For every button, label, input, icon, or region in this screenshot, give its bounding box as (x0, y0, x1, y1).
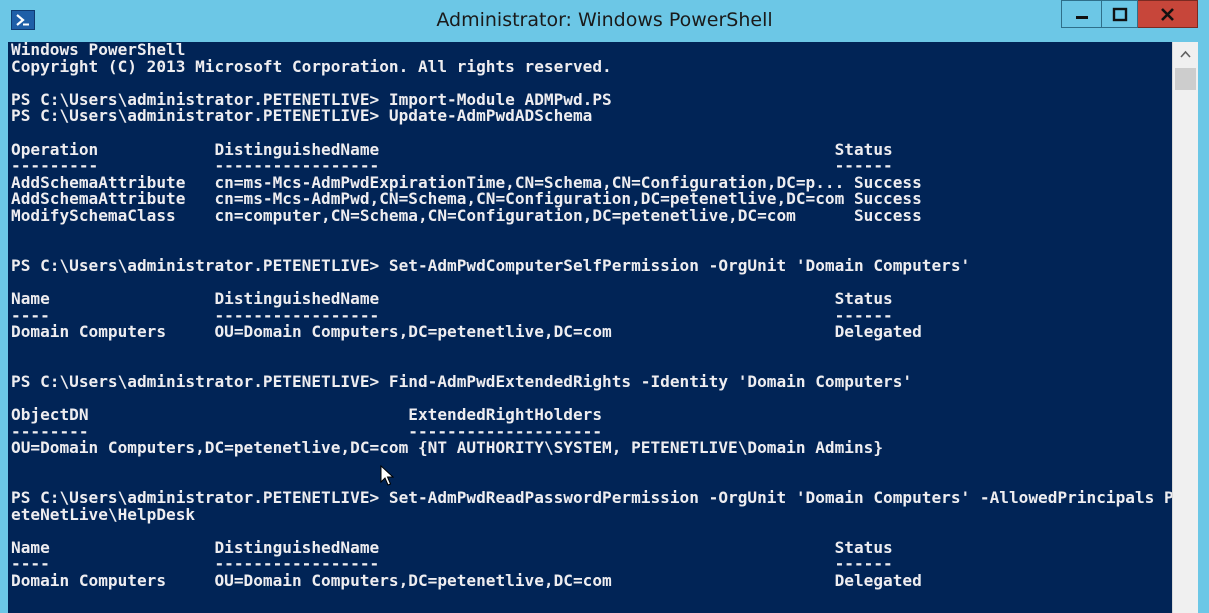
close-button[interactable] (1138, 0, 1198, 28)
console-line: OU=Domain Computers,DC=petenetlive,DC=co… (11, 438, 884, 458)
maximize-button[interactable] (1101, 0, 1138, 28)
minimize-button[interactable] (1061, 0, 1101, 28)
console-line: PS C:\Users\administrator.PETENETLIVE> S… (11, 255, 971, 275)
title-bar[interactable]: Administrator: Windows PowerShell (0, 0, 1209, 42)
vertical-scrollbar[interactable] (1172, 42, 1198, 613)
console-line: Domain Computers OU=Domain Computers,DC=… (11, 322, 922, 342)
console-output[interactable]: Windows PowerShell Copyright (C) 2013 Mi… (8, 42, 1172, 613)
scroll-up-button[interactable] (1175, 45, 1196, 65)
window-title: Administrator: Windows PowerShell (436, 9, 773, 31)
scroll-up-arrow-icon (1180, 50, 1191, 58)
console-line: PS C:\Users\administrator.PETENETLIVE> U… (11, 106, 593, 126)
powershell-icon[interactable] (11, 10, 35, 30)
console-line: Copyright (C) 2013 Microsoft Corporation… (11, 56, 612, 76)
console-line: ModifySchemaClass cn=computer,CN=Schema,… (11, 205, 922, 225)
mouse-cursor-icon (380, 465, 394, 486)
maximize-icon (1112, 7, 1128, 22)
console-line: Domain Computers OU=Domain Computers,DC=… (11, 571, 922, 590)
console-text: Windows PowerShell Copyright (C) 2013 Mi… (8, 42, 1172, 606)
scroll-thumb[interactable] (1175, 68, 1196, 90)
close-icon (1161, 8, 1174, 21)
window-border (1198, 28, 1209, 613)
console-line: PS C:\Users\administrator.PETENETLIVE> F… (11, 371, 913, 391)
minimize-icon (1076, 16, 1088, 19)
powershell-window: Administrator: Windows PowerShell Window… (0, 0, 1209, 613)
console-line: eteNetLive\HelpDesk (11, 504, 196, 524)
